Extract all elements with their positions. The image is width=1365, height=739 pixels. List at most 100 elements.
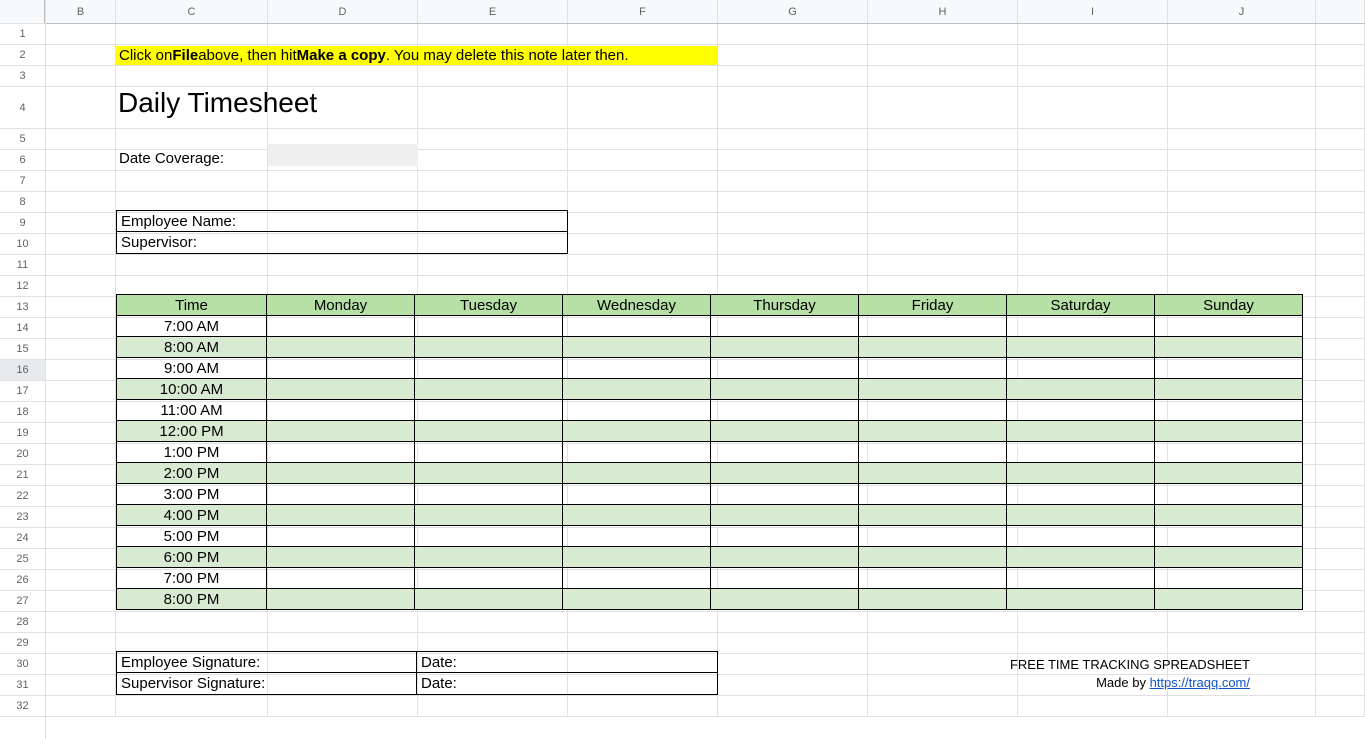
- timesheet-cell[interactable]: [415, 337, 563, 358]
- cell[interactable]: [1168, 612, 1316, 633]
- cell[interactable]: [868, 129, 1018, 150]
- cell[interactable]: [1316, 255, 1365, 276]
- timesheet-cell[interactable]: [415, 484, 563, 505]
- row-header-20[interactable]: 20: [0, 444, 45, 465]
- cell[interactable]: [1316, 171, 1365, 192]
- time-cell[interactable]: 9:00 AM: [117, 358, 267, 379]
- cell[interactable]: [868, 654, 1018, 675]
- supervisor-signature-date-label[interactable]: Date:: [417, 673, 717, 694]
- cell[interactable]: [268, 696, 418, 717]
- timesheet-cell[interactable]: [415, 358, 563, 379]
- cell[interactable]: [718, 696, 868, 717]
- row-header-13[interactable]: 13: [0, 297, 45, 318]
- cell[interactable]: [46, 444, 116, 465]
- cell[interactable]: [46, 423, 116, 444]
- timesheet-cell[interactable]: [1155, 463, 1303, 484]
- timesheet-cell[interactable]: [563, 358, 711, 379]
- cell[interactable]: [718, 66, 868, 87]
- time-cell[interactable]: 1:00 PM: [117, 442, 267, 463]
- row-header-16[interactable]: 16: [0, 360, 45, 381]
- cell[interactable]: [418, 87, 568, 129]
- row-header-9[interactable]: 9: [0, 213, 45, 234]
- timesheet-cell[interactable]: [711, 400, 859, 421]
- row-header-4[interactable]: 4: [0, 87, 45, 129]
- cell[interactable]: [1018, 87, 1168, 129]
- cell[interactable]: [868, 45, 1018, 66]
- cell[interactable]: [1316, 318, 1365, 339]
- timesheet-cell[interactable]: [267, 421, 415, 442]
- cell[interactable]: [46, 213, 116, 234]
- cell[interactable]: [718, 255, 868, 276]
- row-header-23[interactable]: 23: [0, 507, 45, 528]
- cell[interactable]: [116, 129, 268, 150]
- cell[interactable]: [718, 612, 868, 633]
- cell[interactable]: [868, 234, 1018, 255]
- timesheet-cell[interactable]: [267, 505, 415, 526]
- timesheet-cell[interactable]: [267, 526, 415, 547]
- cell[interactable]: [46, 255, 116, 276]
- timesheet-cell[interactable]: [711, 526, 859, 547]
- timesheet-cell[interactable]: [1155, 316, 1303, 337]
- timesheet-cell[interactable]: [859, 547, 1007, 568]
- cell[interactable]: [268, 612, 418, 633]
- cell[interactable]: [116, 24, 268, 45]
- cell[interactable]: [1316, 360, 1365, 381]
- cell[interactable]: [46, 192, 116, 213]
- row-header-7[interactable]: 7: [0, 171, 45, 192]
- cell[interactable]: [1018, 171, 1168, 192]
- cell[interactable]: [1316, 570, 1365, 591]
- cell[interactable]: [116, 66, 268, 87]
- cell[interactable]: [568, 171, 718, 192]
- cell[interactable]: [568, 87, 718, 129]
- timesheet-cell[interactable]: [415, 400, 563, 421]
- timesheet-cell[interactable]: [415, 568, 563, 589]
- timesheet-cell[interactable]: [859, 421, 1007, 442]
- row-header-3[interactable]: 3: [0, 66, 45, 87]
- timesheet-cell[interactable]: [563, 463, 711, 484]
- cell[interactable]: [1316, 192, 1365, 213]
- cell[interactable]: [1018, 234, 1168, 255]
- cell[interactable]: [46, 465, 116, 486]
- timesheet-cell[interactable]: [563, 400, 711, 421]
- cell[interactable]: [718, 633, 868, 654]
- timesheet-cell[interactable]: [563, 505, 711, 526]
- cell[interactable]: [1316, 423, 1365, 444]
- cell[interactable]: [1168, 66, 1316, 87]
- cell[interactable]: [1316, 66, 1365, 87]
- row-header-5[interactable]: 5: [0, 129, 45, 150]
- row-header-2[interactable]: 2: [0, 45, 45, 66]
- time-cell[interactable]: 11:00 AM: [117, 400, 267, 421]
- timesheet-cell[interactable]: [563, 442, 711, 463]
- timesheet-cell[interactable]: [1155, 379, 1303, 400]
- cell[interactable]: [868, 213, 1018, 234]
- row-header-17[interactable]: 17: [0, 381, 45, 402]
- cell[interactable]: [116, 255, 268, 276]
- grid-body[interactable]: Click on File above, then hit Make a cop…: [46, 24, 1365, 717]
- timesheet-cell[interactable]: [267, 379, 415, 400]
- time-cell[interactable]: 7:00 PM: [117, 568, 267, 589]
- cell[interactable]: [718, 87, 868, 129]
- cell[interactable]: [1168, 696, 1316, 717]
- cell[interactable]: [1316, 339, 1365, 360]
- cell[interactable]: [718, 675, 868, 696]
- cell[interactable]: [1168, 129, 1316, 150]
- cell[interactable]: [868, 150, 1018, 171]
- timesheet-cell[interactable]: [859, 442, 1007, 463]
- cell[interactable]: [268, 255, 418, 276]
- row-header-19[interactable]: 19: [0, 423, 45, 444]
- cell[interactable]: [268, 24, 418, 45]
- cell[interactable]: [718, 171, 868, 192]
- cell[interactable]: [1316, 654, 1365, 675]
- cell[interactable]: [1316, 87, 1365, 129]
- timesheet-cell[interactable]: [415, 547, 563, 568]
- cell[interactable]: [1168, 87, 1316, 129]
- cell[interactable]: [568, 192, 718, 213]
- cell[interactable]: [868, 696, 1018, 717]
- cell[interactable]: [46, 402, 116, 423]
- cell[interactable]: [1316, 486, 1365, 507]
- cell[interactable]: [718, 654, 868, 675]
- timesheet-cell[interactable]: [267, 568, 415, 589]
- cell[interactable]: [46, 633, 116, 654]
- cell[interactable]: [718, 213, 868, 234]
- cell[interactable]: [1316, 549, 1365, 570]
